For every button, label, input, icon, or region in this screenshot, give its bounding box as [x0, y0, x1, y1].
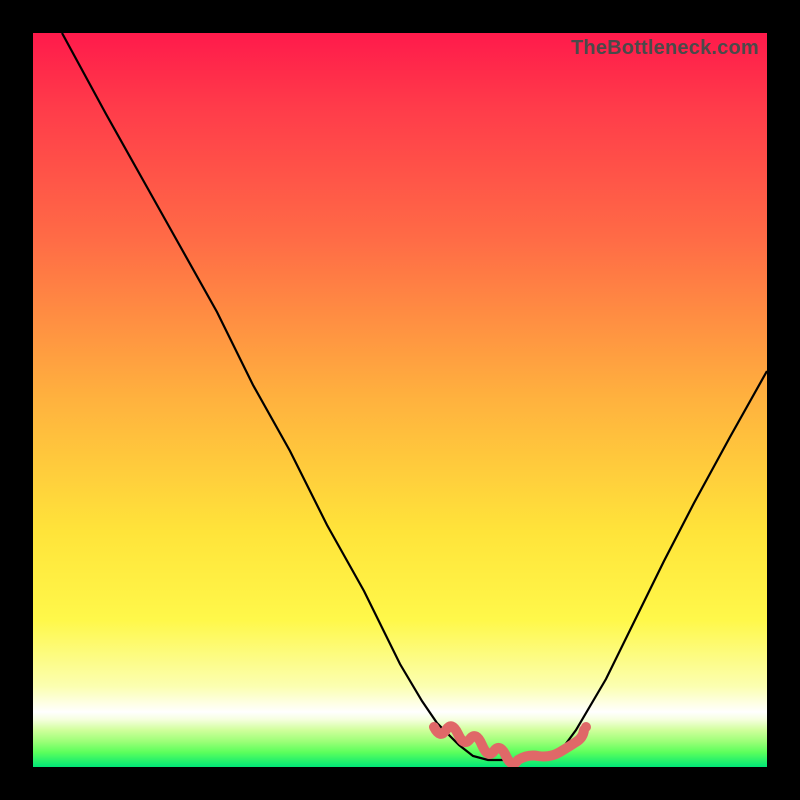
bottleneck-curve: [62, 33, 767, 760]
curve-overlay: [33, 33, 767, 767]
plot-area: TheBottleneck.com pink squiggly marker a…: [33, 33, 767, 767]
chart-frame: TheBottleneck.com pink squiggly marker a…: [0, 0, 800, 800]
marker-end-dot: [581, 722, 591, 732]
